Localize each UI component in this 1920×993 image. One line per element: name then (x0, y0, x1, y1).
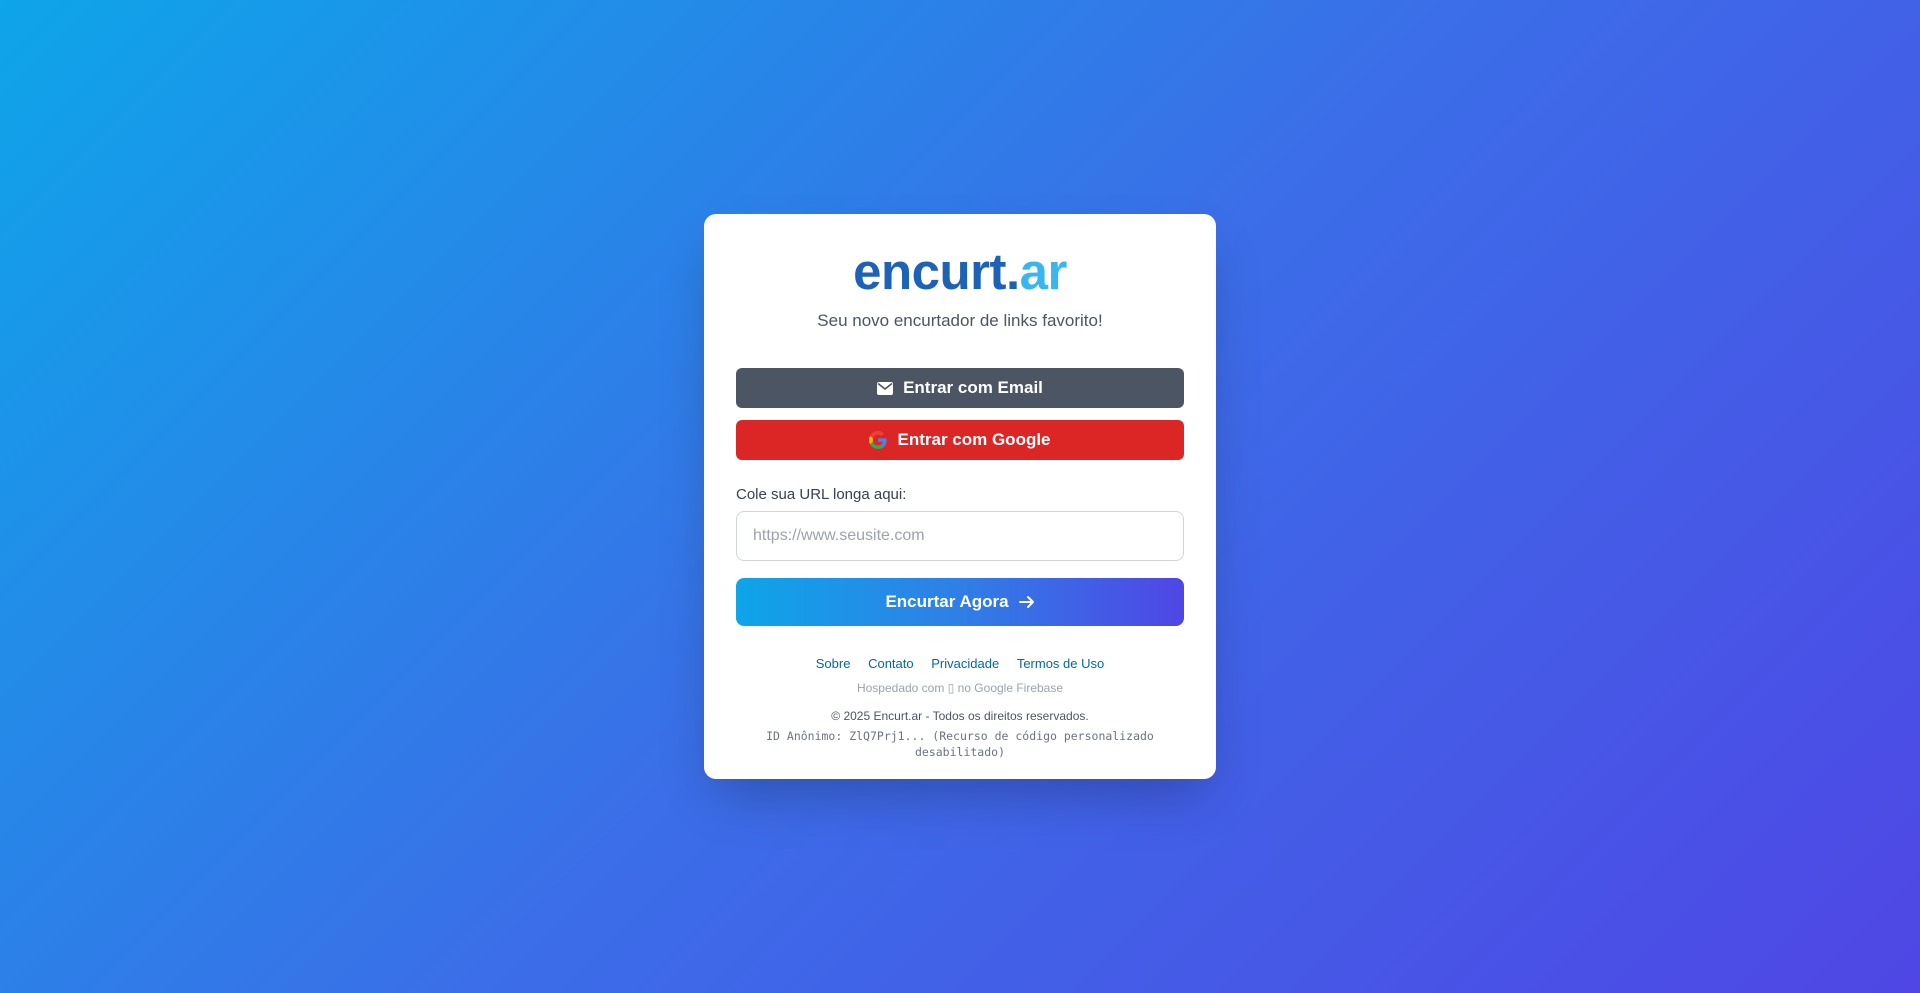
shorten-button-label: Encurtar Agora (885, 592, 1009, 611)
hosted-note: Hospedado com ▯ no Google Firebase (856, 681, 1064, 695)
google-logo-icon (869, 431, 888, 449)
logo-text-main: encurt. (853, 243, 1020, 300)
arrow-right-icon (1018, 595, 1035, 609)
footer-links: Sobre Contato Privacidade Termos de Uso (736, 656, 1184, 672)
url-input-label: Cole sua URL longa aqui: (736, 486, 907, 503)
copyright: © 2025 Encurt.ar - Todos os direitos res… (831, 709, 1089, 723)
envelope-icon (877, 381, 894, 395)
anonymous-id: ID Anônimo: ZlQ7Prj1... (Recurso de códi… (766, 729, 1154, 759)
footer-link-terms[interactable]: Termos de Uso (1017, 656, 1104, 671)
tagline: Seu novo encurtador de links favorito! (817, 311, 1103, 330)
footer-link-contact[interactable]: Contato (868, 656, 914, 671)
login-card: encurt.ar Seu novo encurtador de links f… (704, 214, 1216, 779)
google-login-label: Entrar com Google (897, 430, 1051, 449)
logo-text-accent: ar (1019, 243, 1068, 300)
email-login-label: Entrar com Email (903, 378, 1043, 397)
logo: encurt.ar (736, 244, 1184, 300)
google-login-button[interactable]: Entrar com Google (736, 420, 1184, 460)
email-login-button[interactable]: Entrar com Email (736, 368, 1184, 408)
url-input[interactable] (736, 511, 1184, 561)
shorten-button[interactable]: Encurtar Agora (736, 578, 1184, 626)
footer-link-privacy[interactable]: Privacidade (931, 656, 999, 671)
footer-link-about[interactable]: Sobre (816, 656, 851, 671)
